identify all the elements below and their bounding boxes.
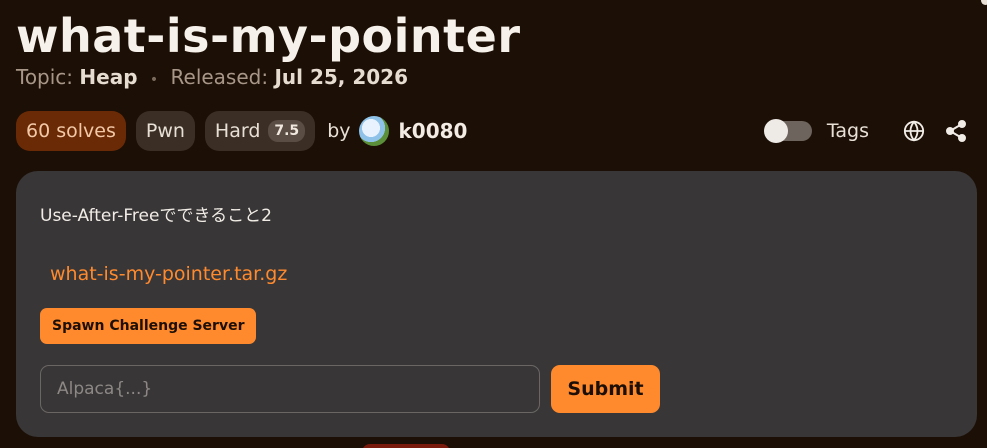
flag-input[interactable] (40, 365, 540, 413)
author-name[interactable]: k0080 (399, 119, 468, 143)
badge-row: 60 solves Pwn Hard 7.5 by k0080 (16, 111, 467, 151)
solves-badge[interactable]: 60 solves (16, 111, 126, 151)
challenge-page: what-is-my-pointer Topic: Heap • Release… (0, 0, 987, 448)
difficulty-label: Hard (214, 120, 261, 142)
by-label: by (327, 120, 351, 142)
spawn-server-button[interactable]: Spawn Challenge Server (40, 308, 257, 344)
difficulty-score: 7.5 (268, 120, 306, 142)
toggle-knob (763, 119, 788, 143)
author-avatar[interactable] (358, 116, 389, 146)
next-section-edge (362, 444, 450, 448)
category-badge: Pwn (135, 111, 195, 151)
challenge-description: Use-After-Freeでできること2 (40, 206, 272, 226)
toolbar-right: Tags (763, 116, 969, 146)
challenge-meta: Topic: Heap • Released: Jul 25, 2026 (16, 63, 408, 94)
topic-label: Topic: (16, 65, 74, 89)
difficulty-badge: Hard 7.5 (204, 111, 316, 151)
released-date: Jul 25, 2026 (274, 65, 409, 89)
download-file-link[interactable]: what-is-my-pointer.tar.gz (50, 263, 287, 285)
globe-icon[interactable] (901, 118, 927, 144)
submit-button[interactable]: Submit (551, 365, 660, 413)
corner-indicator (981, 0, 987, 5)
topic-value: Heap (79, 65, 138, 89)
meta-separator: • (149, 72, 159, 88)
released-label: Released: (170, 65, 269, 89)
share-icon[interactable] (943, 118, 969, 144)
challenge-card: Use-After-Freeでできること2 what-is-my-pointer… (16, 171, 977, 437)
page-title: what-is-my-pointer (16, 9, 521, 63)
tags-toggle[interactable] (763, 119, 812, 143)
tags-label: Tags (826, 120, 869, 142)
